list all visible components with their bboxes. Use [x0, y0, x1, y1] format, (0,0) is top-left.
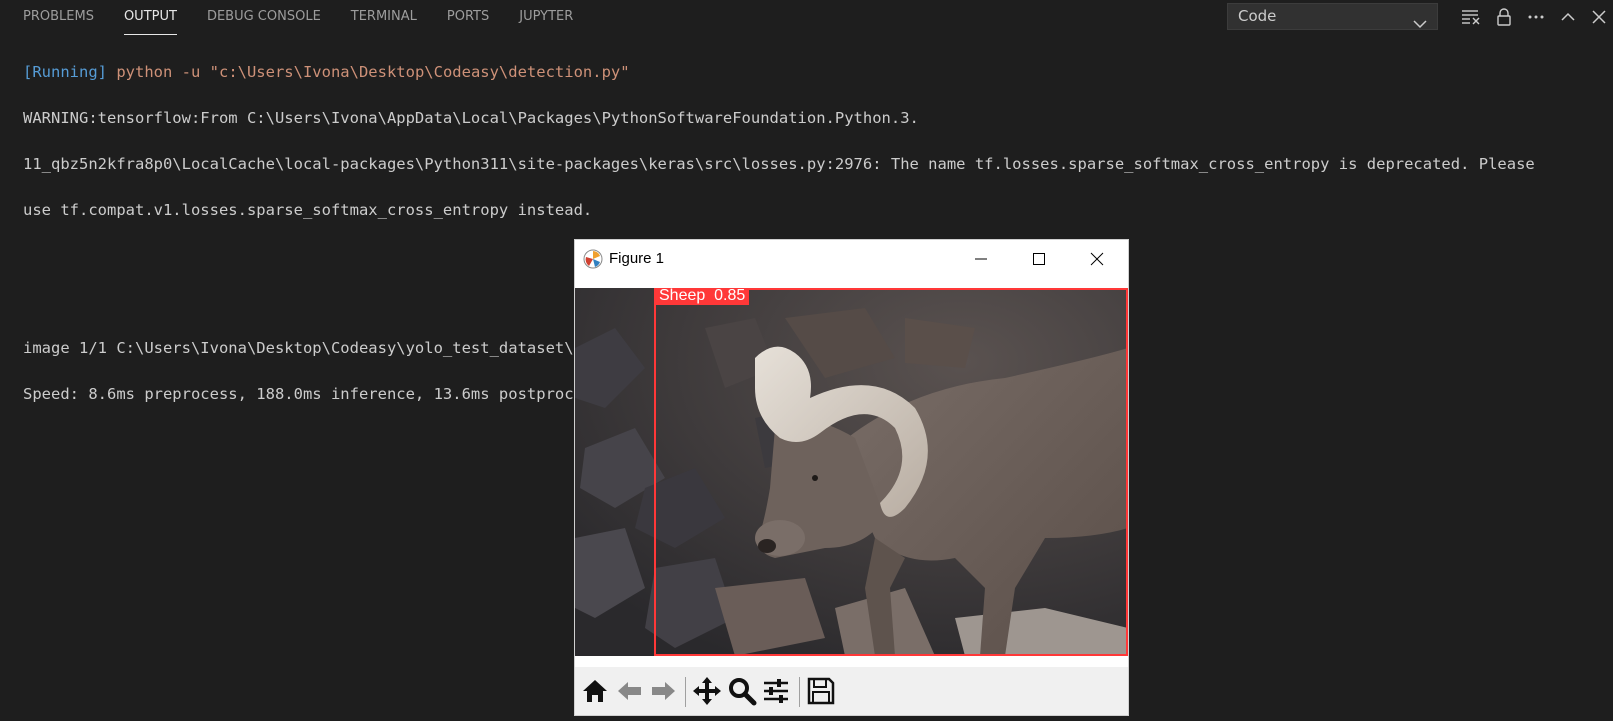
tab-debug-console[interactable]: DEBUG CONSOLE	[207, 0, 321, 35]
forward-button[interactable]	[647, 675, 679, 707]
tab-ports[interactable]: PORTS	[447, 0, 489, 35]
tab-jupyter[interactable]: JUPYTER	[519, 0, 573, 35]
panel-tab-bar: PROBLEMS OUTPUT DEBUG CONSOLE TERMINAL P…	[0, 0, 1613, 36]
close-icon	[1090, 252, 1104, 266]
figure-window: Figure 1 Sheep 0.85	[575, 240, 1128, 715]
save-icon	[807, 677, 835, 705]
panel-tabs: PROBLEMS OUTPUT DEBUG CONSOLE TERMINAL P…	[23, 0, 603, 36]
output-channel-value: Code	[1238, 7, 1277, 25]
minimize-icon	[975, 258, 987, 260]
output-running-line: [Running] python -u "c:\Users\Ivona\Desk…	[23, 61, 1603, 84]
matplotlib-logo-icon	[583, 249, 603, 269]
back-button[interactable]	[614, 675, 646, 707]
pan-button[interactable]	[691, 675, 723, 707]
home-button[interactable]	[579, 675, 611, 707]
toolbar-separator	[799, 677, 800, 707]
back-arrow-icon	[618, 682, 641, 700]
configure-subplots-button[interactable]	[760, 675, 792, 707]
sheep-photo	[575, 288, 1128, 656]
output-channel-select[interactable]: Code	[1227, 3, 1438, 30]
home-icon	[583, 680, 607, 702]
figure-image[interactable]: Sheep 0.85	[575, 288, 1128, 656]
output-line: 11_qbz5n2kfra8p0\LocalCache\local-packag…	[23, 155, 1535, 173]
figure-title: Figure 1	[609, 250, 665, 267]
run-command: python -u "c:\Users\Ivona\Desktop\Codeas…	[107, 63, 630, 81]
output-line: WARNING:tensorflow:From C:\Users\Ivona\A…	[23, 109, 919, 127]
toolbar-separator	[685, 677, 686, 707]
zoom-icon	[729, 678, 757, 706]
maximize-icon	[1033, 253, 1045, 265]
window-close-button[interactable]	[1074, 244, 1120, 274]
tab-output[interactable]: OUTPUT	[123, 0, 177, 35]
lock-icon[interactable]	[1493, 6, 1515, 28]
maximize-button[interactable]	[1016, 244, 1062, 274]
forward-arrow-icon	[652, 682, 675, 700]
minimize-button[interactable]	[958, 244, 1004, 274]
save-button[interactable]	[805, 675, 837, 707]
close-icon[interactable]	[1588, 6, 1610, 28]
figure-toolbar	[575, 667, 1128, 715]
detection-label: Sheep 0.85	[655, 288, 750, 305]
chevron-up-icon[interactable]	[1557, 6, 1579, 28]
pan-icon	[693, 677, 721, 705]
running-tag: [Running]	[23, 63, 107, 81]
configure-subplots-icon	[764, 679, 788, 703]
tab-problems[interactable]: PROBLEMS	[23, 0, 94, 35]
figure-title-bar[interactable]: Figure 1	[575, 240, 1128, 278]
tab-terminal[interactable]: TERMINAL	[351, 0, 417, 35]
clear-output-icon[interactable]	[1460, 6, 1482, 28]
more-icon[interactable]	[1525, 6, 1547, 28]
output-line: use tf.compat.v1.losses.sparse_softmax_c…	[23, 201, 593, 219]
zoom-button[interactable]	[726, 675, 758, 707]
chevron-down-icon	[1413, 12, 1427, 37]
